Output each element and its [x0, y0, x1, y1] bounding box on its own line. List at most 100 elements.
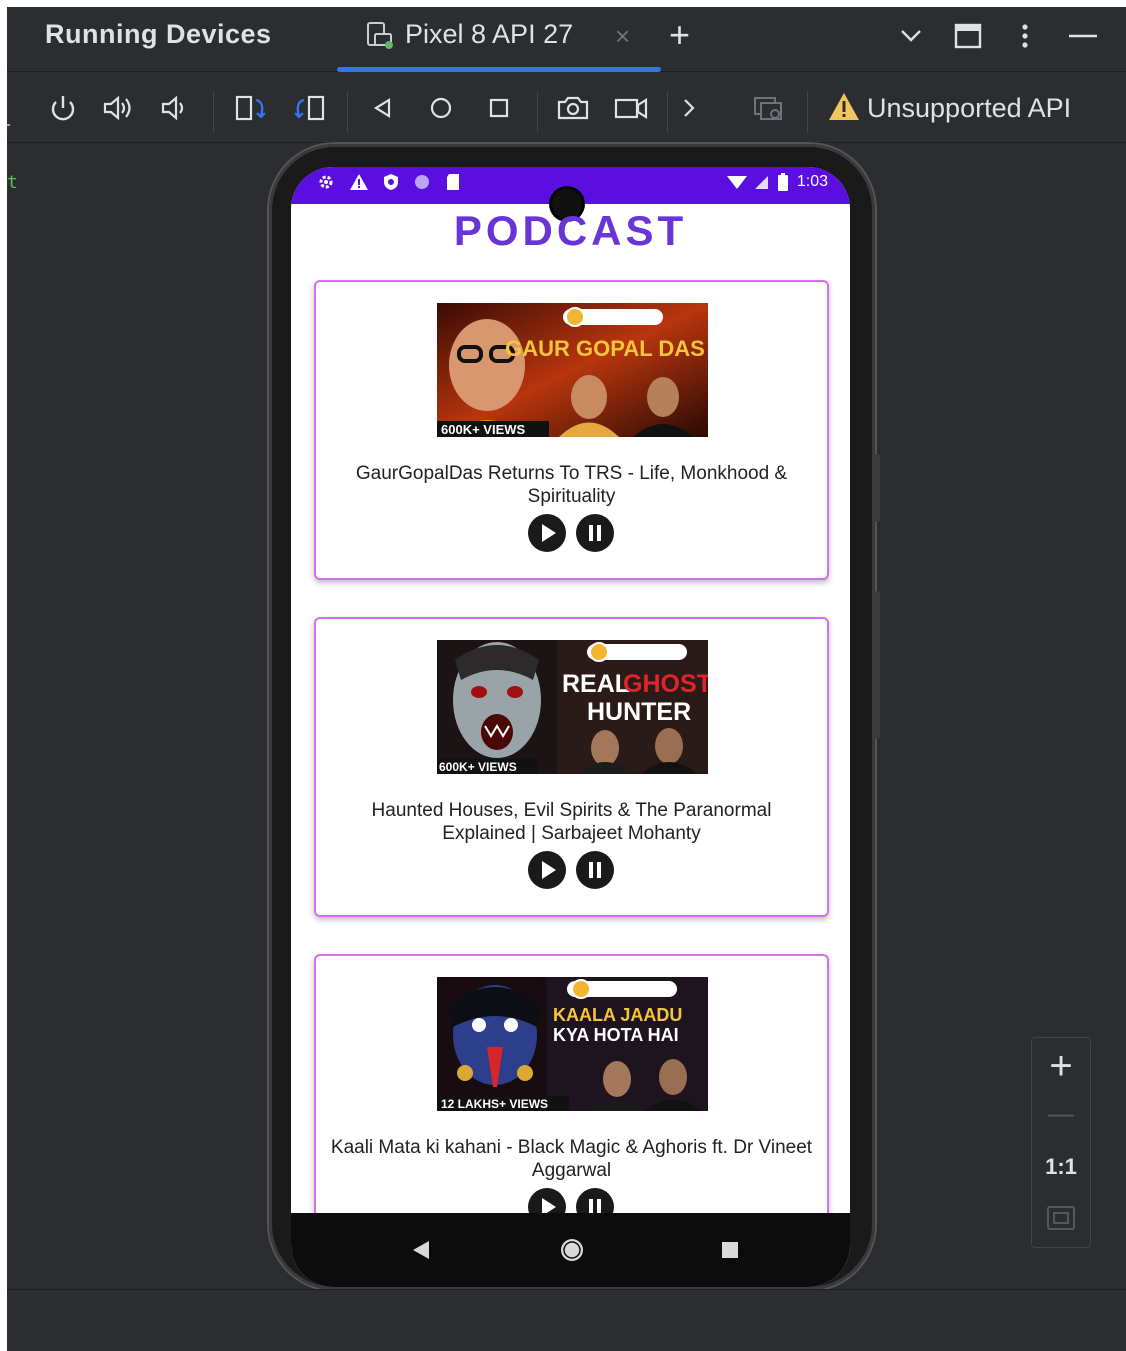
screen-record-button[interactable]: [613, 90, 649, 126]
thumbnail-image: KAALA JAADU KYA HOTA HAI 12 LAKHS+ VIEWS: [437, 977, 708, 1111]
thumbnail-headline-1: KAALA JAADU: [553, 1005, 682, 1025]
fit-to-screen-icon[interactable]: [1045, 1204, 1077, 1232]
play-button[interactable]: [528, 851, 566, 889]
zoom-in-button[interactable]: +: [1032, 1044, 1090, 1088]
volume-down-button[interactable]: [157, 90, 193, 126]
close-tab-icon[interactable]: ×: [615, 21, 630, 52]
unsupported-api-warning[interactable]: Unsupported API: [827, 90, 1071, 126]
pause-icon: [589, 862, 601, 878]
more-actions-button[interactable]: [671, 90, 707, 126]
alert-notification-icon: [350, 174, 368, 190]
warning-icon: [829, 93, 859, 120]
thumbnail-image: REAL GHOST HUNTER 600K+ VIEWS: [437, 640, 708, 774]
actual-size-button[interactable]: 1:1: [1032, 1154, 1090, 1180]
android-nav-bar: [291, 1213, 850, 1287]
device-tab-label: Pixel 8 API 27: [405, 19, 574, 49]
thumbnail-views: 600K+ VIEWS: [441, 422, 526, 437]
back-button[interactable]: [365, 90, 401, 126]
running-devices-panel: Running Devices Pixel 8 API 27 × + Unsup…: [7, 7, 1126, 1351]
podcast-card[interactable]: GAUR GOPAL DAS 600K+ VIEWS GaurGopalDas …: [314, 280, 829, 580]
playback-controls: [528, 514, 618, 552]
battery-icon: [777, 173, 788, 191]
signal-icon: [754, 176, 768, 189]
rotate-right-icon: [294, 95, 325, 121]
gutter-marker: [7, 124, 10, 126]
play-icon: [542, 524, 556, 542]
overview-button[interactable]: [481, 90, 517, 126]
play-button[interactable]: [528, 514, 566, 552]
bottom-status-bar: [7, 1289, 1126, 1351]
thumbnail-headline: GAUR GOPAL DAS: [505, 336, 705, 361]
thumbnail-headline-2: KYA HOTA HAI: [553, 1025, 679, 1045]
nav-back-icon[interactable]: [407, 1235, 435, 1265]
power-button[interactable]: [45, 90, 81, 126]
screenshot-button[interactable]: [555, 90, 591, 126]
thumbnail-headline-2: GHOST: [623, 670, 708, 698]
podcast-title: Kaali Mata ki kahani - Black Magic & Agh…: [330, 1137, 813, 1181]
nav-home-icon[interactable]: [557, 1235, 587, 1265]
status-time: 1:03: [796, 173, 828, 190]
tab-pixel-8-api-27[interactable]: Pixel 8 API 27 ×: [337, 7, 661, 72]
play-icon: [542, 861, 556, 879]
podcast-title: GaurGopalDas Returns To TRS - Life, Monk…: [355, 463, 788, 507]
toolbar-divider: [667, 92, 668, 132]
tab-bar: Running Devices Pixel 8 API 27 × +: [7, 7, 1126, 72]
home-icon: [430, 97, 452, 119]
device-mirror-icon: [754, 97, 782, 120]
thumbnail-views: 12 LAKHS+ VIEWS: [441, 1097, 548, 1111]
toolbar-divider: [347, 92, 348, 132]
warning-label: Unsupported API: [867, 93, 1072, 123]
podcast-thumbnail[interactable]: GAUR GOPAL DAS 600K+ VIEWS: [437, 303, 708, 437]
zoom-controls: + — 1:1: [1031, 1037, 1091, 1248]
toolbar-divider: [213, 92, 214, 132]
window-mode-icon[interactable]: [953, 21, 983, 51]
rotate-right-button[interactable]: [291, 90, 327, 126]
playback-controls: [528, 851, 618, 889]
sd-card-icon: [447, 174, 459, 190]
podcast-thumbnail[interactable]: KAALA JAADU KYA HOTA HAI 12 LAKHS+ VIEWS: [437, 977, 708, 1111]
more-options-icon[interactable]: [1013, 21, 1037, 51]
podcast-card[interactable]: REAL GHOST HUNTER 600K+ VIEWS Haunted Ho…: [314, 617, 829, 917]
home-button[interactable]: [423, 90, 459, 126]
pause-icon: [589, 525, 601, 541]
nav-overview-icon[interactable]: [717, 1235, 745, 1265]
podcast-card[interactable]: KAALA JAADU KYA HOTA HAI 12 LAKHS+ VIEWS…: [314, 954, 829, 1254]
volume-up-button[interactable]: [101, 90, 137, 126]
settings-notification-icon: [319, 175, 333, 189]
dot-notification-icon: [415, 175, 429, 189]
screen-record-icon: [614, 98, 648, 119]
thumbnail-headline-1: REAL: [562, 670, 630, 698]
rotate-left-button[interactable]: [233, 90, 269, 126]
add-device-button[interactable]: +: [669, 15, 690, 55]
phone-volume-button: [875, 591, 880, 739]
volume-down-icon: [161, 95, 184, 121]
app-title: PODCAST: [453, 207, 688, 254]
rotate-left-icon: [235, 95, 266, 121]
thumbnail-views: 600K+ VIEWS: [439, 760, 517, 774]
device-icon: [367, 22, 393, 49]
chevron-down-icon[interactable]: [897, 21, 925, 49]
device-screen[interactable]: 1:03 PODCAST GAUR GOPAL DAS 600K+ VIEWS …: [291, 167, 850, 1287]
power-icon: [51, 96, 75, 121]
volume-up-icon: [103, 95, 131, 121]
overview-icon: [489, 98, 509, 118]
device-mirror-button: [751, 90, 787, 126]
toolbar-divider: [537, 92, 538, 132]
phone-side-button: [875, 454, 880, 522]
thumbnail-image: GAUR GOPAL DAS 600K+ VIEWS: [437, 303, 708, 437]
thumbnail-headline-3: HUNTER: [587, 698, 691, 726]
podcast-title: Haunted Houses, Evil Spirits & The Paran…: [371, 800, 772, 844]
panel-title: Running Devices: [45, 19, 272, 49]
toolbar-divider: [807, 92, 808, 132]
gutter-glyph: t: [7, 172, 18, 193]
shield-notification-icon: [384, 174, 398, 190]
pause-button[interactable]: [576, 851, 614, 889]
back-icon: [373, 98, 391, 118]
wifi-icon: [726, 176, 747, 189]
podcast-thumbnail[interactable]: REAL GHOST HUNTER 600K+ VIEWS: [437, 640, 708, 774]
minimize-icon[interactable]: [1065, 21, 1101, 51]
chevron-right-icon: [684, 99, 695, 117]
pause-button[interactable]: [576, 514, 614, 552]
zoom-out-button[interactable]: —: [1032, 1098, 1090, 1128]
device-toolbar: Unsupported API: [7, 72, 1126, 143]
